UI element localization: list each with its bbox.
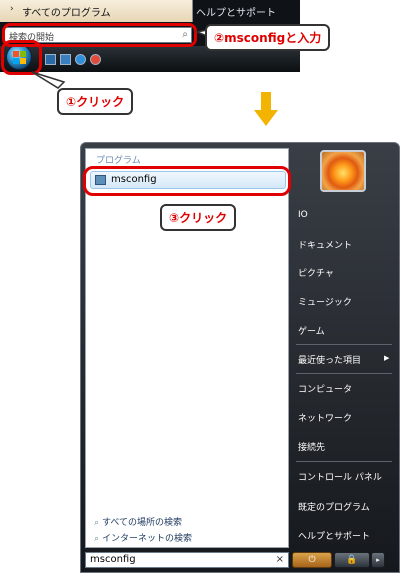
- separator: [296, 461, 392, 462]
- search-everywhere-link[interactable]: ⌕ すべての場所の検索: [94, 515, 182, 528]
- search-internet-link[interactable]: ⌕ インターネットの検索: [94, 531, 192, 544]
- search-everywhere-label: すべての場所の検索: [102, 518, 183, 528]
- search-icon: ⌕: [94, 518, 100, 528]
- callout-step1: ①クリック: [57, 88, 134, 115]
- user-picture-avatar[interactable]: [320, 150, 366, 192]
- separator: [296, 373, 392, 374]
- search-icon: ⌕: [94, 534, 100, 544]
- right-item-help-support[interactable]: ヘルプとサポート: [298, 529, 370, 542]
- right-item-connect-to[interactable]: 接続先: [298, 440, 325, 453]
- separator: [296, 344, 392, 345]
- callout-step2: ②msconfigと入力: [205, 24, 331, 51]
- right-item-default-programs[interactable]: 既定のプログラム: [298, 500, 370, 513]
- chevron-right-icon: ▶: [384, 354, 390, 362]
- power-button[interactable]: ⏻: [292, 552, 332, 568]
- down-arrow-icon: [254, 92, 278, 126]
- msconfig-highlight: [83, 166, 291, 196]
- shutdown-options-button[interactable]: ▸: [371, 552, 385, 568]
- right-item-user[interactable]: IO: [298, 210, 308, 220]
- search-value: msconfig: [90, 554, 136, 565]
- right-item-computer[interactable]: コンピュータ: [298, 382, 352, 395]
- right-item-pictures[interactable]: ピクチャ: [298, 266, 334, 279]
- right-item-games[interactable]: ゲーム: [298, 324, 325, 337]
- right-item-network[interactable]: ネットワーク: [298, 411, 352, 424]
- programs-heading: プログラム: [96, 156, 141, 166]
- search-internet-label: インターネットの検索: [102, 534, 193, 544]
- right-item-recent[interactable]: 最近使った項目: [298, 353, 361, 366]
- right-item-documents[interactable]: ドキュメント: [298, 238, 352, 251]
- clear-search-icon[interactable]: ×: [276, 554, 284, 565]
- right-item-music[interactable]: ミュージック: [298, 295, 352, 308]
- start-search-input[interactable]: msconfig ×: [85, 552, 289, 568]
- right-item-control-panel[interactable]: コントロール パネル: [298, 470, 382, 483]
- lock-button[interactable]: 🔒: [334, 552, 370, 568]
- callout-step3: ③クリック: [160, 204, 237, 231]
